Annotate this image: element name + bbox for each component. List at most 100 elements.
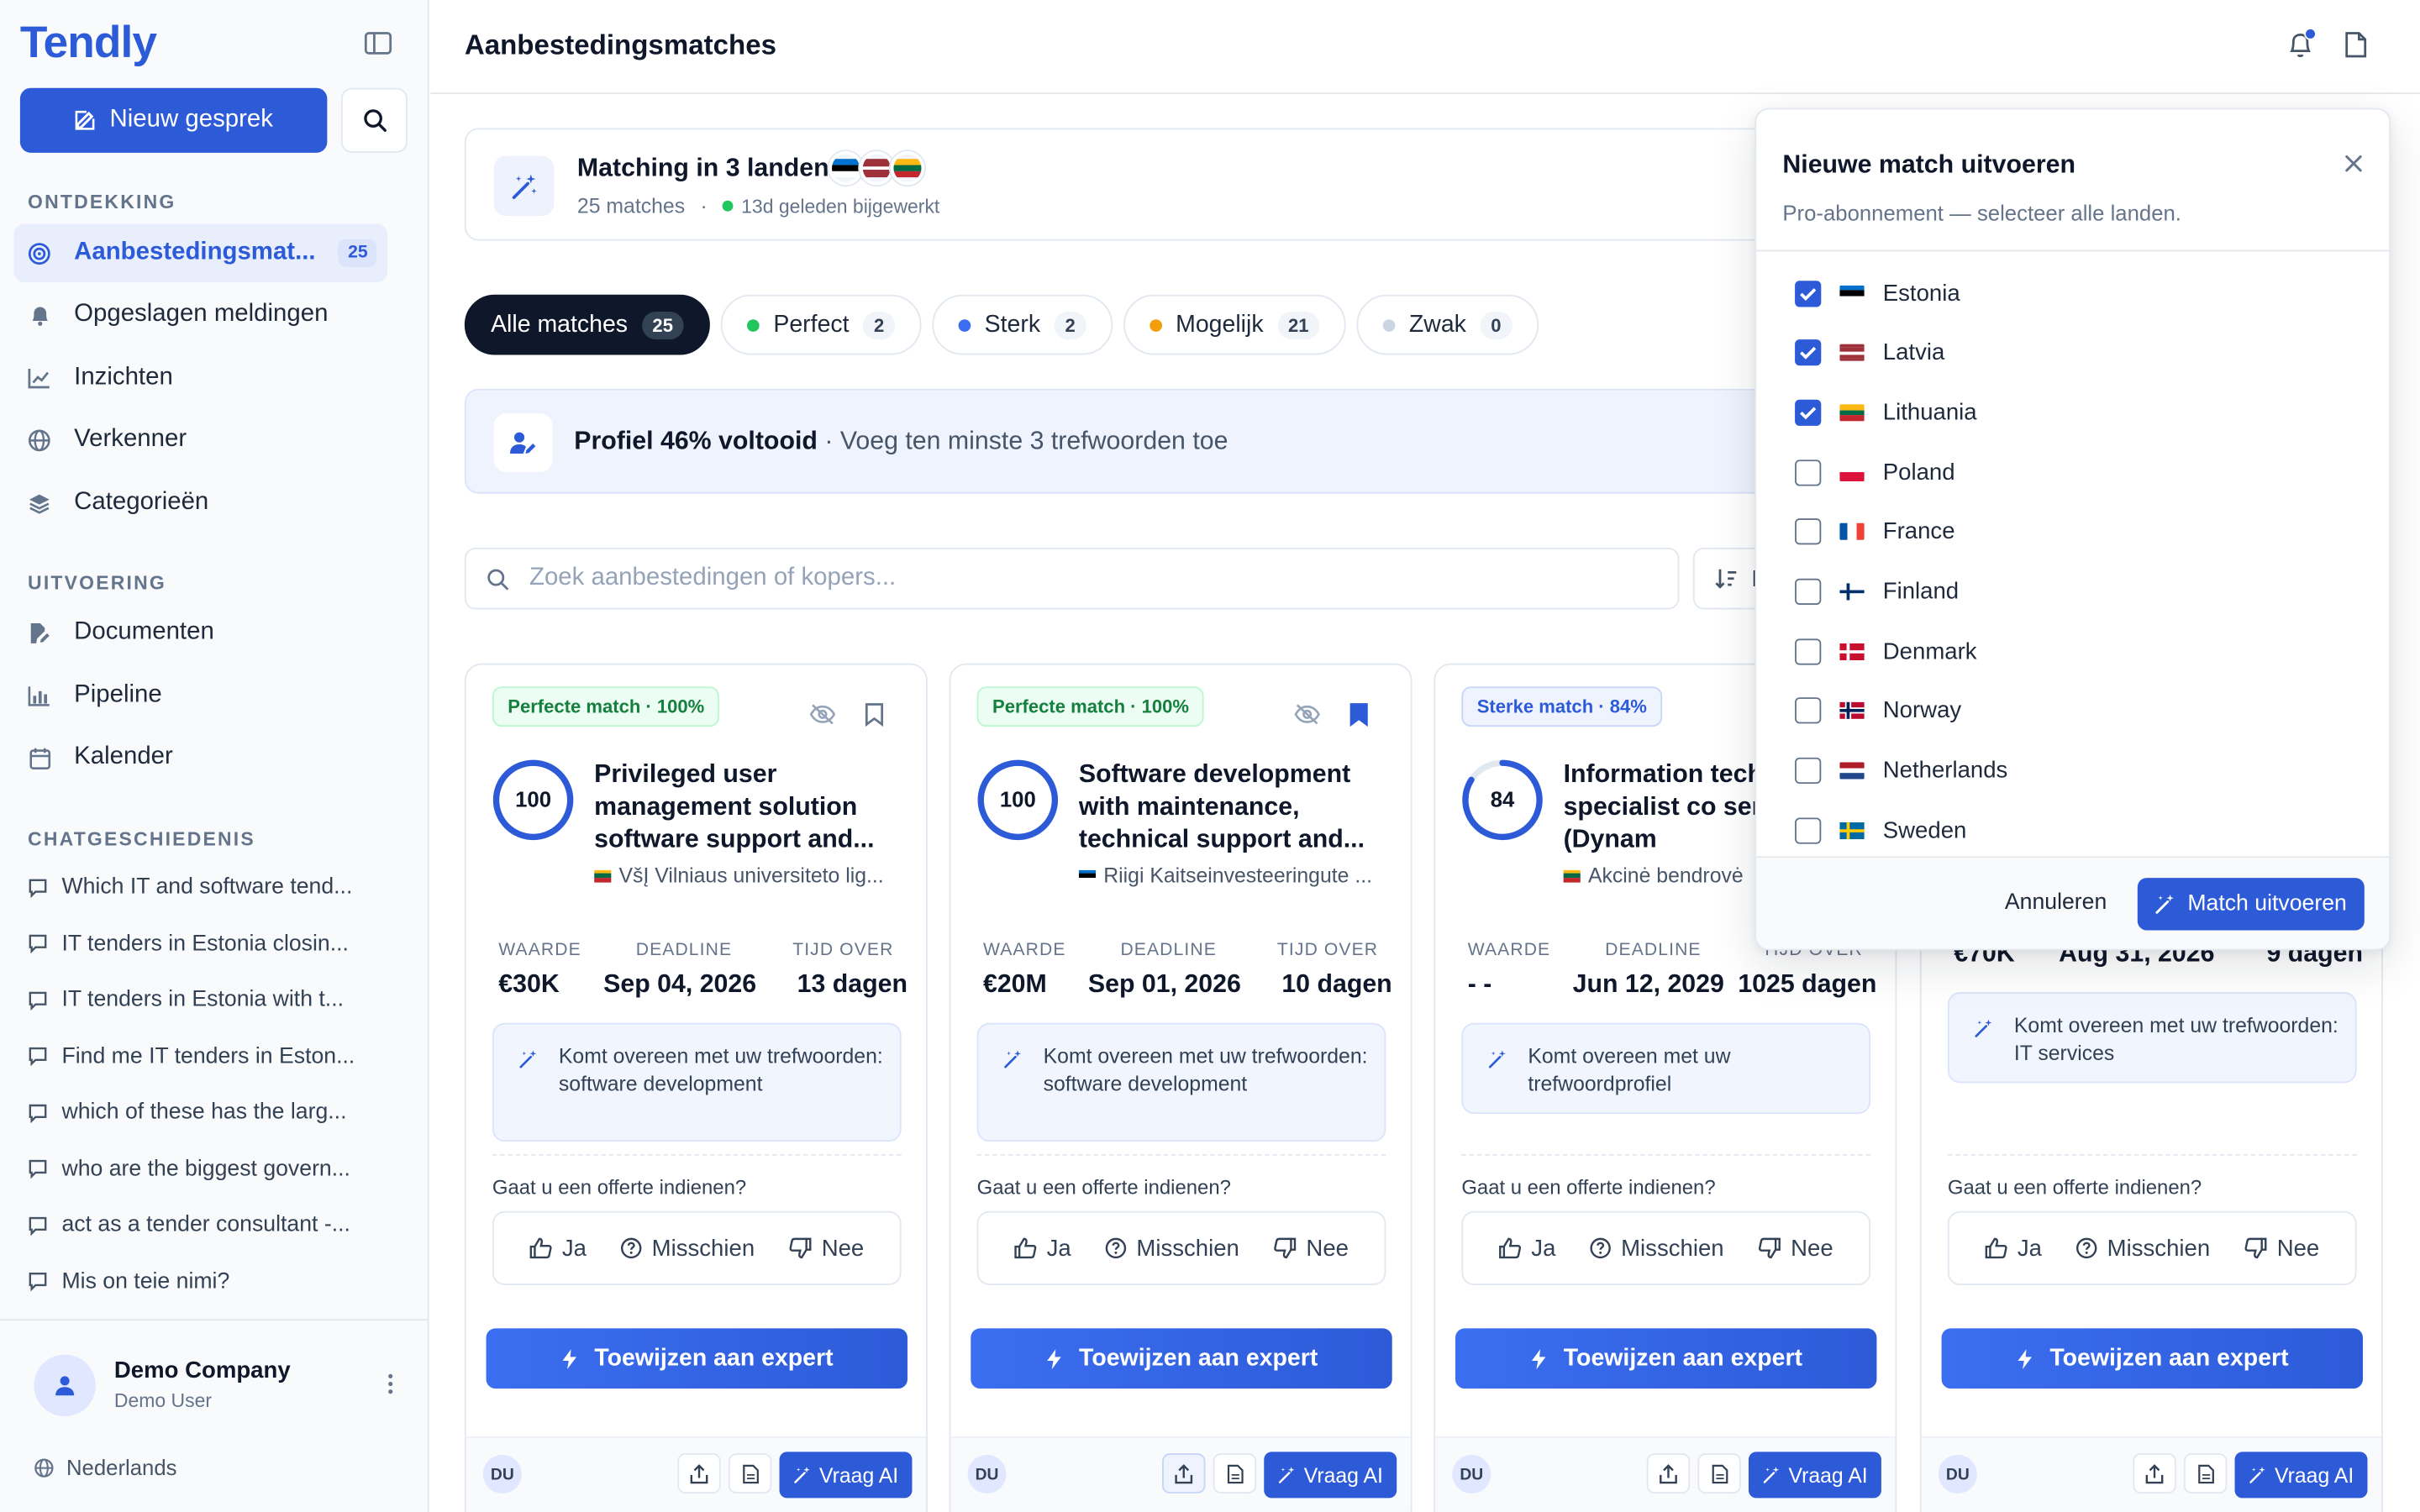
chat-history-item[interactable]: which of these has the larg... xyxy=(28,1094,375,1131)
sidebar-item-explorer[interactable]: Verkenner xyxy=(14,411,387,470)
tender-card[interactable]: Perfecte match · 100% 100 Privileged user … xyxy=(464,663,928,1512)
thumbs-down-icon xyxy=(789,1237,813,1259)
filter-chip-mogelijk[interactable]: Mogelijk 21 xyxy=(1123,294,1346,355)
document-button[interactable] xyxy=(1697,1453,1741,1494)
more-options-icon[interactable] xyxy=(387,1373,393,1403)
country-checkbox[interactable] xyxy=(1795,280,1822,307)
avatar[interactable]: DU xyxy=(1938,1455,1977,1494)
country-option-sweden[interactable]: Sweden xyxy=(1795,812,1966,849)
sidebar-toggle-icon[interactable] xyxy=(364,31,397,62)
app-logo[interactable]: Tendly xyxy=(20,18,157,70)
chat-history-item[interactable]: IT tenders in Estonia closin... xyxy=(28,925,375,962)
maybe-button[interactable]: Misschien xyxy=(2076,1235,2210,1262)
share-button[interactable] xyxy=(2133,1453,2176,1494)
profile-completion-banner[interactable]: Profiel 46% voltooid · Voeg ten minste 3… xyxy=(464,388,1854,494)
chat-history-item[interactable]: Find me IT tenders in Eston... xyxy=(28,1037,375,1074)
document-button[interactable] xyxy=(2183,1453,2228,1494)
assign-expert-button[interactable]: Toewijzen aan expert xyxy=(1455,1328,1877,1389)
country-checkbox[interactable] xyxy=(1795,578,1822,605)
chat-bubble-icon xyxy=(28,1102,48,1123)
country-option-netherlands[interactable]: Netherlands xyxy=(1795,753,2007,790)
document-button[interactable] xyxy=(728,1453,772,1494)
filter-chip-zwak[interactable]: Zwak 0 xyxy=(1356,294,1539,355)
avatar[interactable]: DU xyxy=(967,1455,1007,1494)
assign-expert-button[interactable]: Toewijzen aan expert xyxy=(971,1328,1392,1389)
sidebar-search-button[interactable] xyxy=(340,87,408,153)
sidebar-item-matches[interactable]: Aanbestedingsmat... 25 xyxy=(13,223,388,283)
ask-ai-button[interactable]: Vraag AI xyxy=(2234,1452,2368,1499)
yes-button[interactable]: Ja xyxy=(1499,1235,1555,1262)
ask-ai-button[interactable]: Vraag AI xyxy=(1748,1452,1881,1499)
document-button[interactable] xyxy=(1213,1453,1257,1494)
country-checkbox[interactable] xyxy=(1795,339,1822,366)
sidebar-item-documents[interactable]: Documenten xyxy=(14,603,387,662)
country-option-denmark[interactable]: Denmark xyxy=(1795,633,1977,669)
country-option-latvia[interactable]: Latvia xyxy=(1795,334,1944,371)
close-icon[interactable] xyxy=(2344,153,2363,181)
country-option-poland[interactable]: Poland xyxy=(1795,454,1955,491)
match-quality-badge: Perfecte match · 100% xyxy=(976,686,1205,727)
tender-title[interactable]: Privileged user management solution soft… xyxy=(594,759,902,857)
bookmark-icon[interactable] xyxy=(865,702,885,735)
share-button[interactable] xyxy=(1646,1453,1691,1494)
run-match-button[interactable]: Match uitvoeren xyxy=(2137,878,2365,931)
help-circle-icon xyxy=(621,1237,643,1259)
filter-chip-sterk[interactable]: Sterk 2 xyxy=(932,294,1113,355)
share-button[interactable] xyxy=(677,1453,721,1494)
bookmark-icon[interactable] xyxy=(1349,702,1369,735)
chat-history-item[interactable]: Mis on teie nimi? xyxy=(28,1263,375,1299)
sidebar-item-pipeline[interactable]: Pipeline xyxy=(14,666,387,725)
filter-chip-perfect[interactable]: Perfect 2 xyxy=(720,294,922,355)
sidebar-item-saved-alerts[interactable]: Opgeslagen meldingen xyxy=(14,286,387,344)
ask-ai-button[interactable]: Vraag AI xyxy=(1264,1452,1397,1499)
filter-chip-alle-matches[interactable]: Alle matches 25 xyxy=(464,294,711,355)
country-checkbox[interactable] xyxy=(1795,817,1822,844)
chat-history-item[interactable]: Which IT and software tend... xyxy=(28,869,375,906)
yes-label: Ja xyxy=(2017,1235,2042,1262)
share-button[interactable] xyxy=(1162,1453,1206,1494)
sidebar-item-insights[interactable]: Inzichten xyxy=(14,349,387,407)
country-option-finland[interactable]: Finland xyxy=(1795,573,1959,610)
country-checkbox[interactable] xyxy=(1795,638,1822,665)
yes-button[interactable]: Ja xyxy=(1014,1235,1071,1262)
maybe-button[interactable]: Misschien xyxy=(1590,1235,1724,1262)
no-button[interactable]: Nee xyxy=(1759,1235,1833,1262)
country-checkbox[interactable] xyxy=(1795,757,1822,785)
avatar[interactable]: DU xyxy=(1452,1455,1491,1494)
sidebar-item-calendar[interactable]: Kalender xyxy=(14,728,387,787)
language-selector[interactable]: Nederlands xyxy=(34,1455,177,1479)
cancel-button[interactable]: Annuleren xyxy=(2005,890,2107,915)
new-chat-button[interactable]: Nieuw gesprek xyxy=(19,87,328,153)
chat-history-item[interactable]: IT tenders in Estonia with t... xyxy=(28,981,375,1018)
maybe-button[interactable]: Misschien xyxy=(1106,1235,1239,1262)
tender-card[interactable]: Perfecte match · 100% 100 Software develop… xyxy=(949,663,1413,1512)
tender-title[interactable]: Software development with maintenance, t… xyxy=(1079,759,1387,857)
no-button[interactable]: Nee xyxy=(1274,1235,1349,1262)
ask-ai-button[interactable]: Vraag AI xyxy=(779,1452,913,1499)
country-option-estonia[interactable]: Estonia xyxy=(1795,275,1960,312)
no-button[interactable]: Nee xyxy=(2244,1235,2319,1262)
country-checkbox[interactable] xyxy=(1795,399,1822,426)
sidebar-item-categories[interactable]: Categorieën xyxy=(14,474,387,533)
sidebar-item-label: Kalender xyxy=(74,743,173,770)
yes-button[interactable]: Ja xyxy=(1985,1235,2042,1262)
country-checkbox[interactable] xyxy=(1795,459,1822,486)
country-checkbox[interactable] xyxy=(1795,518,1822,545)
country-checkbox[interactable] xyxy=(1795,697,1822,725)
document-icon[interactable] xyxy=(2344,31,2368,66)
assign-expert-button[interactable]: Toewijzen aan expert xyxy=(1941,1328,2363,1389)
yes-button[interactable]: Ja xyxy=(529,1235,587,1262)
chat-history-item[interactable]: act as a tender consultant -... xyxy=(28,1206,375,1243)
no-button[interactable]: Nee xyxy=(789,1235,864,1262)
maybe-button[interactable]: Misschien xyxy=(621,1235,755,1262)
avatar[interactable]: DU xyxy=(482,1455,522,1494)
country-option-france[interactable]: France xyxy=(1795,513,1955,550)
assign-expert-button[interactable]: Toewijzen aan expert xyxy=(486,1328,908,1389)
chat-history-item[interactable]: who are the biggest govern... xyxy=(28,1150,375,1187)
hide-icon[interactable] xyxy=(808,704,836,733)
avatar[interactable] xyxy=(34,1354,96,1417)
country-option-norway[interactable]: Norway xyxy=(1795,692,1961,729)
tender-search-input[interactable]: Zoek aanbestedingen of kopers... xyxy=(464,548,1680,610)
country-option-lithuania[interactable]: Lithuania xyxy=(1795,394,1977,431)
hide-icon[interactable] xyxy=(1293,704,1321,733)
